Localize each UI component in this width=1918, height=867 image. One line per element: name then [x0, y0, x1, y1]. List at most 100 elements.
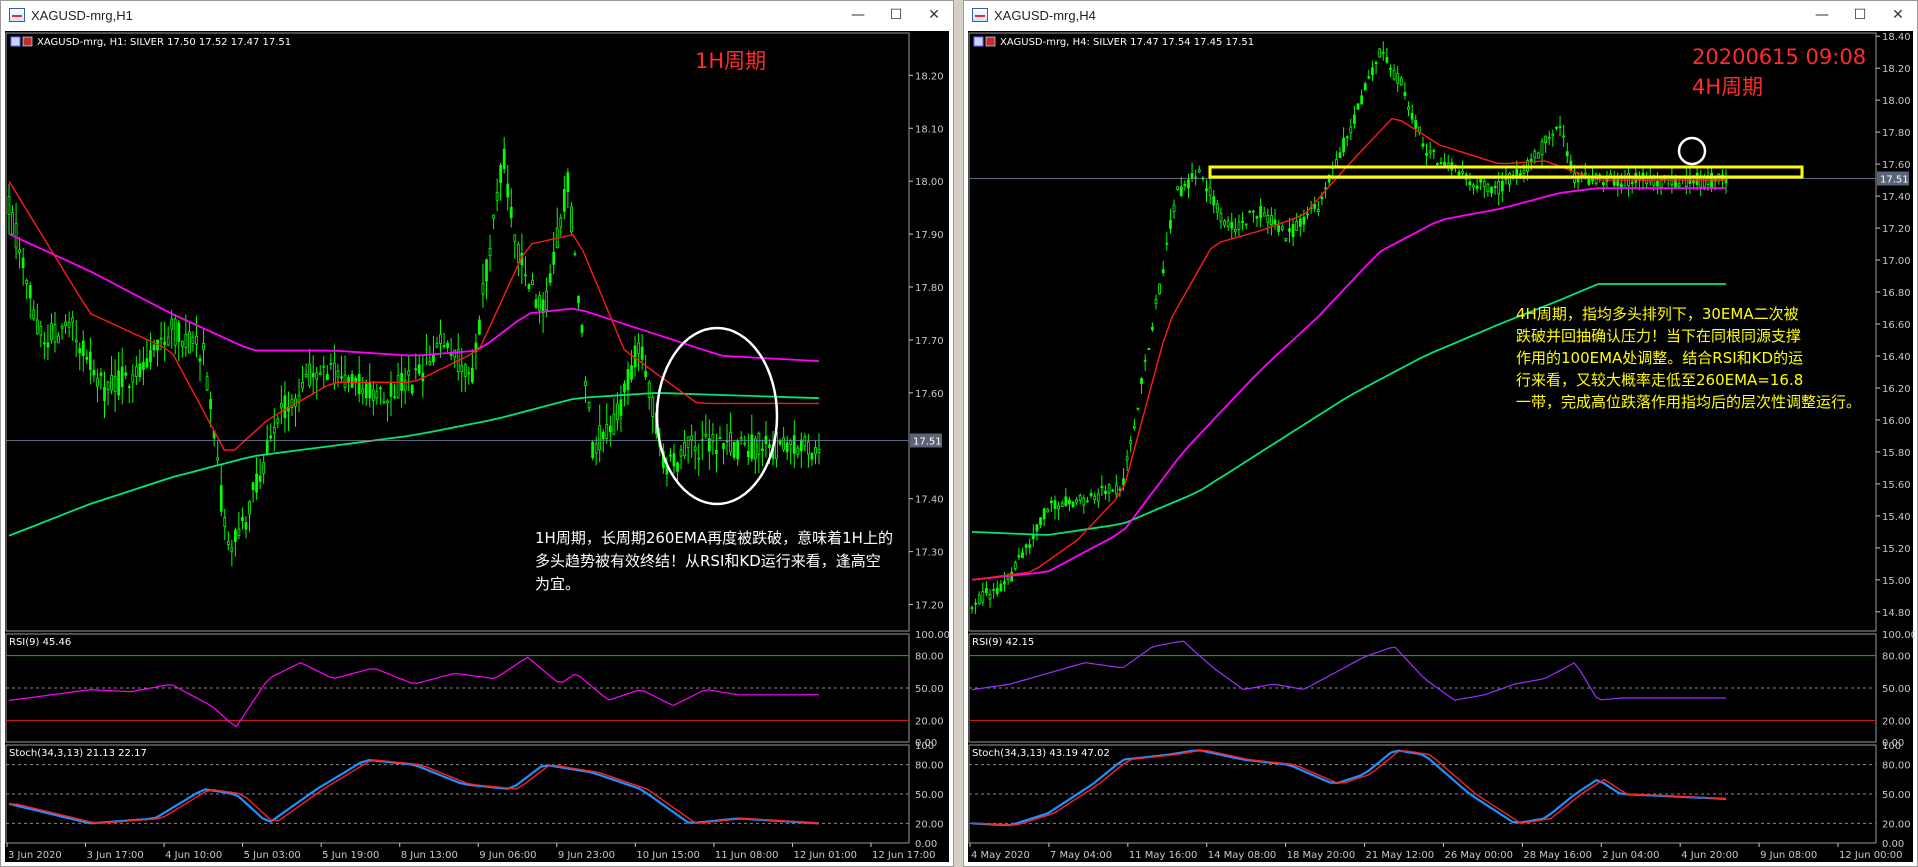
candle-body — [1078, 495, 1082, 501]
candle-body — [120, 366, 124, 388]
minimize-button[interactable]: — — [839, 1, 877, 29]
candle-body — [1064, 496, 1068, 506]
candle-body — [96, 378, 99, 387]
candle-body — [981, 591, 985, 603]
candle-body — [131, 374, 135, 383]
close-button[interactable]: ✕ — [915, 1, 953, 29]
candle-body — [446, 342, 449, 348]
candle-body — [1252, 210, 1255, 213]
stoch-tick-label: 20.00 — [915, 819, 944, 830]
candle-body — [81, 340, 85, 356]
candle-body — [417, 364, 421, 374]
candle-body — [39, 325, 43, 336]
candle-body — [1558, 126, 1562, 128]
candle-body — [807, 441, 810, 455]
candle-body — [591, 441, 594, 458]
candle-body — [347, 377, 350, 383]
candle-body — [1053, 500, 1057, 509]
candle-body — [1342, 137, 1345, 153]
maximize-icon: ☐ — [1853, 7, 1867, 23]
time-tick-label: 12 Jun 17:00 — [872, 850, 936, 861]
candle-body — [1140, 378, 1143, 384]
chart-canvas-h4[interactable]: 17.51 18.40 18.20 18.00 17.80 17.60 17.40 17.20… — [968, 31, 1915, 864]
candle-body — [768, 444, 771, 449]
candle-body — [382, 400, 386, 404]
candle-body — [548, 273, 552, 283]
rsi-tick-label: 20.00 — [1882, 716, 1911, 727]
price-tick-label: 15.40 — [1882, 512, 1911, 523]
time-tick-label: 7 May 04:00 — [1050, 850, 1112, 861]
candle-body — [1104, 490, 1107, 494]
note-line: 一带，完成高位跌落作用指均后的层次性调整运行。 — [1516, 393, 1862, 411]
maximize-button[interactable]: ☐ — [1841, 1, 1879, 29]
candle-body — [1547, 136, 1551, 139]
candle-body — [1031, 534, 1035, 540]
candle-body — [410, 384, 414, 394]
time-tick-label: 4 Jun 20:00 — [1681, 850, 1738, 861]
candle-body — [789, 440, 793, 445]
candle-body — [234, 529, 237, 542]
candle-body — [103, 386, 106, 402]
candle-body — [1533, 150, 1537, 159]
maximize-button[interactable]: ☐ — [877, 1, 915, 29]
candle-body — [718, 437, 722, 440]
candle-body — [198, 358, 202, 362]
candle-body — [524, 274, 527, 277]
candle-body — [106, 381, 110, 391]
candle-body — [361, 388, 365, 394]
candle-body — [693, 446, 697, 452]
time-tick-label: 4 Jun 10:00 — [165, 850, 222, 861]
candle-body — [1226, 220, 1230, 228]
candle-body — [184, 333, 188, 348]
price-tick-label: 16.60 — [1882, 320, 1911, 331]
candle-body — [110, 374, 113, 391]
candle-body — [1436, 163, 1439, 165]
window-titlebar[interactable]: XAGUSD-mrg,H1 — ☐ ✕ — [1, 1, 953, 29]
candle-body — [74, 339, 78, 343]
chart-canvas-h1[interactable]: 17.51 18.20 18.10 18.00 17.90 17.80 17.70 17.60… — [5, 31, 951, 864]
time-tick-label: 9 Jun 08:00 — [1760, 850, 1817, 861]
candle-body — [1565, 151, 1569, 157]
candle-body — [152, 344, 156, 351]
candle-body — [1259, 206, 1262, 218]
candle-body — [1071, 501, 1075, 507]
candle-body — [1111, 489, 1115, 492]
candle-body — [1457, 171, 1461, 176]
candle-body — [389, 383, 393, 397]
time-tick-label: 4 May 2020 — [971, 850, 1030, 861]
candle-body — [1500, 180, 1504, 192]
stoch-label: Stoch(34,3,13) 43.19 47.02 — [972, 748, 1110, 759]
close-button[interactable]: ✕ — [1879, 1, 1917, 29]
candle-body — [1378, 48, 1382, 58]
candle-body — [810, 452, 814, 460]
stoch-tick-label: 100 — [915, 741, 934, 752]
candle-body — [414, 368, 418, 371]
candle-body — [1136, 407, 1140, 410]
window-titlebar[interactable]: XAGUSD-mrg,H4 — ☐ ✕ — [964, 1, 1917, 29]
price-tick-label: 14.80 — [1882, 608, 1911, 619]
price-tick-label: 18.00 — [1882, 96, 1911, 107]
candle-body — [1158, 283, 1161, 295]
candle-body — [1147, 348, 1151, 350]
candle-body — [1461, 171, 1465, 174]
candle-body — [1493, 185, 1497, 189]
candle-body — [467, 372, 471, 375]
candle-body — [725, 440, 729, 443]
candle-body — [672, 453, 676, 467]
candle-body — [584, 380, 587, 387]
candle-body — [817, 448, 821, 453]
highlight-circle — [1677, 136, 1707, 166]
chart-area[interactable]: 17.51 18.20 18.10 18.00 17.90 17.80 17.70 17.60… — [5, 31, 951, 864]
candle-body — [1100, 485, 1104, 489]
candle-body — [283, 395, 287, 419]
price-tick-label: 18.10 — [915, 124, 944, 135]
candle-body — [488, 248, 492, 257]
candle-body — [1396, 73, 1400, 84]
minimize-button[interactable]: — — [1803, 1, 1841, 29]
candle-body — [1619, 183, 1623, 188]
candle-body — [170, 318, 174, 330]
candle-body — [690, 435, 694, 441]
candle-body — [46, 342, 50, 348]
candle-body — [244, 522, 248, 530]
chart-area[interactable]: 17.51 18.40 18.20 18.00 17.80 17.60 17.40 17.20… — [968, 31, 1915, 864]
